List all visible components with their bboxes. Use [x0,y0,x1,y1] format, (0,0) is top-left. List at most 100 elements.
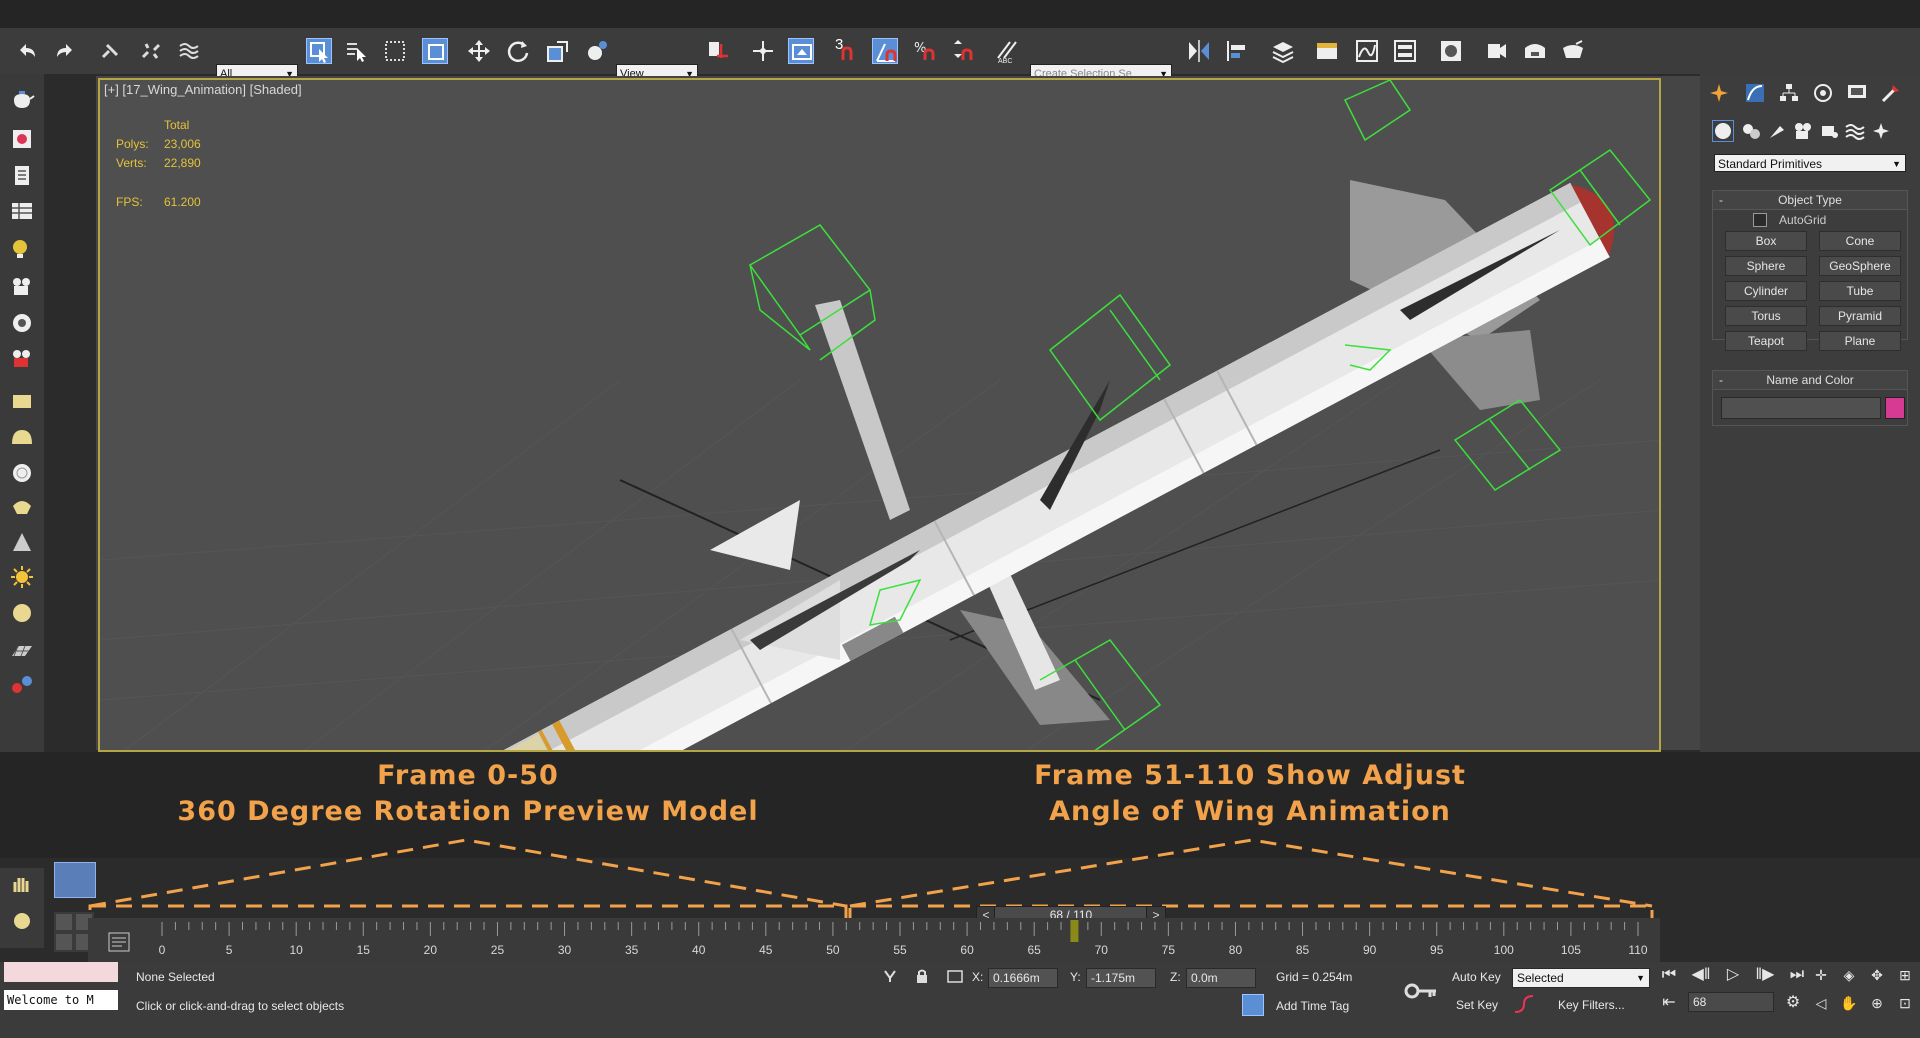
box-button[interactable]: Box [1725,231,1807,251]
teapot-button[interactable]: Teapot [1725,331,1807,351]
sphere-icon[interactable] [9,460,35,486]
current-frame-field[interactable]: 68 [1688,992,1774,1012]
snaps-toggle-icon[interactable]: 3 [832,36,858,64]
layer-explorer-icon[interactable] [1270,38,1296,64]
y-coordinate-field[interactable]: -1.175m [1086,968,1156,988]
percent-snap-icon[interactable]: % [912,38,938,64]
keyboard-shortcut-override-icon[interactable] [788,38,814,64]
viewport-label[interactable]: [+] [17_Wing_Animation] [Shaded] [104,82,302,97]
perspective-viewport[interactable] [98,78,1661,752]
cameras-icon[interactable] [1792,120,1814,142]
geosphere-button[interactable]: GeoSphere [1819,256,1901,276]
add-time-tag-button[interactable]: Add Time Tag [1276,999,1349,1013]
link-icon[interactable] [98,38,124,64]
plant-icon[interactable] [9,494,35,520]
absolute-mode-transform-icon[interactable] [946,968,964,984]
utilities-tab-icon[interactable] [1880,82,1902,104]
auto-key-button[interactable]: Auto Key [1452,970,1501,984]
time-tag-icon[interactable] [1242,994,1264,1016]
align-icon[interactable] [1224,38,1250,64]
tube-button[interactable]: Tube [1819,281,1901,301]
key-mode-toggle-icon[interactable]: ⇤ [1658,992,1680,1014]
shapes-icon[interactable] [1740,120,1762,142]
redo-icon[interactable] [52,38,78,64]
cylinder-button[interactable]: Cylinder [1725,281,1807,301]
film-camera-icon[interactable] [9,346,35,372]
key-filters-button[interactable]: Key Filters... [1558,998,1625,1012]
mirror-icon[interactable] [1186,38,1212,64]
orbit-icon[interactable]: ◈ [1838,964,1860,986]
select-object-icon[interactable] [306,38,332,64]
torus-button[interactable]: Torus [1725,306,1807,326]
camera-icon[interactable] [9,274,35,300]
x-coordinate-field[interactable]: 0.1666m [988,968,1058,988]
spreadsheet-icon[interactable] [9,198,35,224]
display-tab-icon[interactable] [1846,82,1868,104]
material-editor-icon[interactable] [1438,38,1464,64]
curve-editor-icon[interactable] [1354,38,1380,64]
maxscript-listener-pink[interactable] [4,962,118,982]
set-key-button[interactable]: Set Key [1456,998,1498,1012]
panel-icon[interactable] [9,388,35,414]
play-icon[interactable]: ▷ [1722,964,1744,986]
pivot-center-icon[interactable] [706,38,732,64]
bind-space-warp-icon[interactable] [176,38,202,64]
sphere-button[interactable]: Sphere [1725,256,1807,276]
systems-icon[interactable] [1870,120,1892,142]
schematic-view-icon[interactable] [1392,38,1418,64]
cone-icon[interactable] [9,530,35,556]
go-to-end-icon[interactable]: ⏭ [1786,964,1808,986]
time-configuration-icon[interactable]: ⚙ [1782,992,1804,1014]
disc-icon[interactable] [9,600,35,626]
pan-view-icon[interactable]: ✥ [1866,964,1888,986]
grid-plane-icon[interactable] [9,638,35,664]
clipboard-icon[interactable] [9,162,35,188]
key-mode-dropdown[interactable]: Selected ▼ [1512,968,1650,988]
field-of-view-icon[interactable]: ◁ [1810,992,1832,1014]
object-color-swatch[interactable] [1885,397,1905,419]
autogrid-checkbox[interactable] [1753,213,1767,227]
go-to-start-icon[interactable]: ⏮ [1658,964,1680,986]
zoom-extents-all-icon[interactable]: ⊞ [1894,964,1916,986]
track-bar[interactable]: 0 5 10 15 20 25 30 35 40 45 50 55 60 65 70 75 80 85 90 95 10… [88,918,1660,964]
placement-icon[interactable] [584,38,610,64]
category-dropdown[interactable]: Standard Primitives ▼ [1714,154,1906,172]
light-bulb-icon[interactable] [9,236,35,262]
cone-button[interactable]: Cone [1819,231,1901,251]
modify-tab-icon[interactable] [1744,82,1766,104]
geometry-icon[interactable] [1711,119,1735,143]
render-setup-icon[interactable] [1484,38,1510,64]
render-frame-icon[interactable] [9,126,35,152]
current-frame-marker[interactable] [1070,920,1079,942]
object-name-input[interactable] [1721,397,1881,419]
isolate-selection-icon[interactable] [882,968,898,984]
window-crossing-icon[interactable] [422,38,448,64]
next-frame-icon[interactable]: ‖▶ [1754,964,1776,986]
zoom-icon[interactable]: ✛ [1810,964,1832,986]
rect-selection-region-icon[interactable] [382,38,408,64]
select-by-name-icon[interactable] [344,38,370,64]
selection-lock-icon[interactable] [914,968,930,984]
teapot-icon[interactable] [9,88,35,114]
sound-icon[interactable] [9,310,35,336]
motion-tab-icon[interactable] [1812,82,1834,104]
molecule-icon[interactable] [9,672,35,698]
plane-button[interactable]: Plane [1819,331,1901,351]
previous-frame-icon[interactable]: ◀‖ [1690,964,1712,986]
rendered-frame-window-icon[interactable] [1522,38,1548,64]
name-and-color-header[interactable]: - Name and Color [1713,371,1907,390]
move-icon[interactable] [466,38,492,64]
object-type-header[interactable]: - Object Type [1713,191,1907,210]
z-coordinate-field[interactable]: 0.0m [1186,968,1256,988]
maximize-viewport-icon[interactable]: ⊡ [1894,992,1916,1014]
hierarchy-tab-icon[interactable] [1778,82,1800,104]
default-in-out-tangents-icon[interactable] [1512,992,1536,1016]
orbit-subobject-icon[interactable]: ⊕ [1866,992,1888,1014]
undo-icon[interactable] [14,38,40,64]
sun-icon[interactable] [9,564,35,590]
set-key-mode-key-icon[interactable] [1404,980,1438,1002]
toggle-ribbon-icon[interactable] [1314,38,1340,64]
spinner-snap-icon[interactable] [950,38,976,64]
pyramid-button[interactable]: Pyramid [1819,306,1901,326]
dome-icon[interactable] [9,424,35,450]
